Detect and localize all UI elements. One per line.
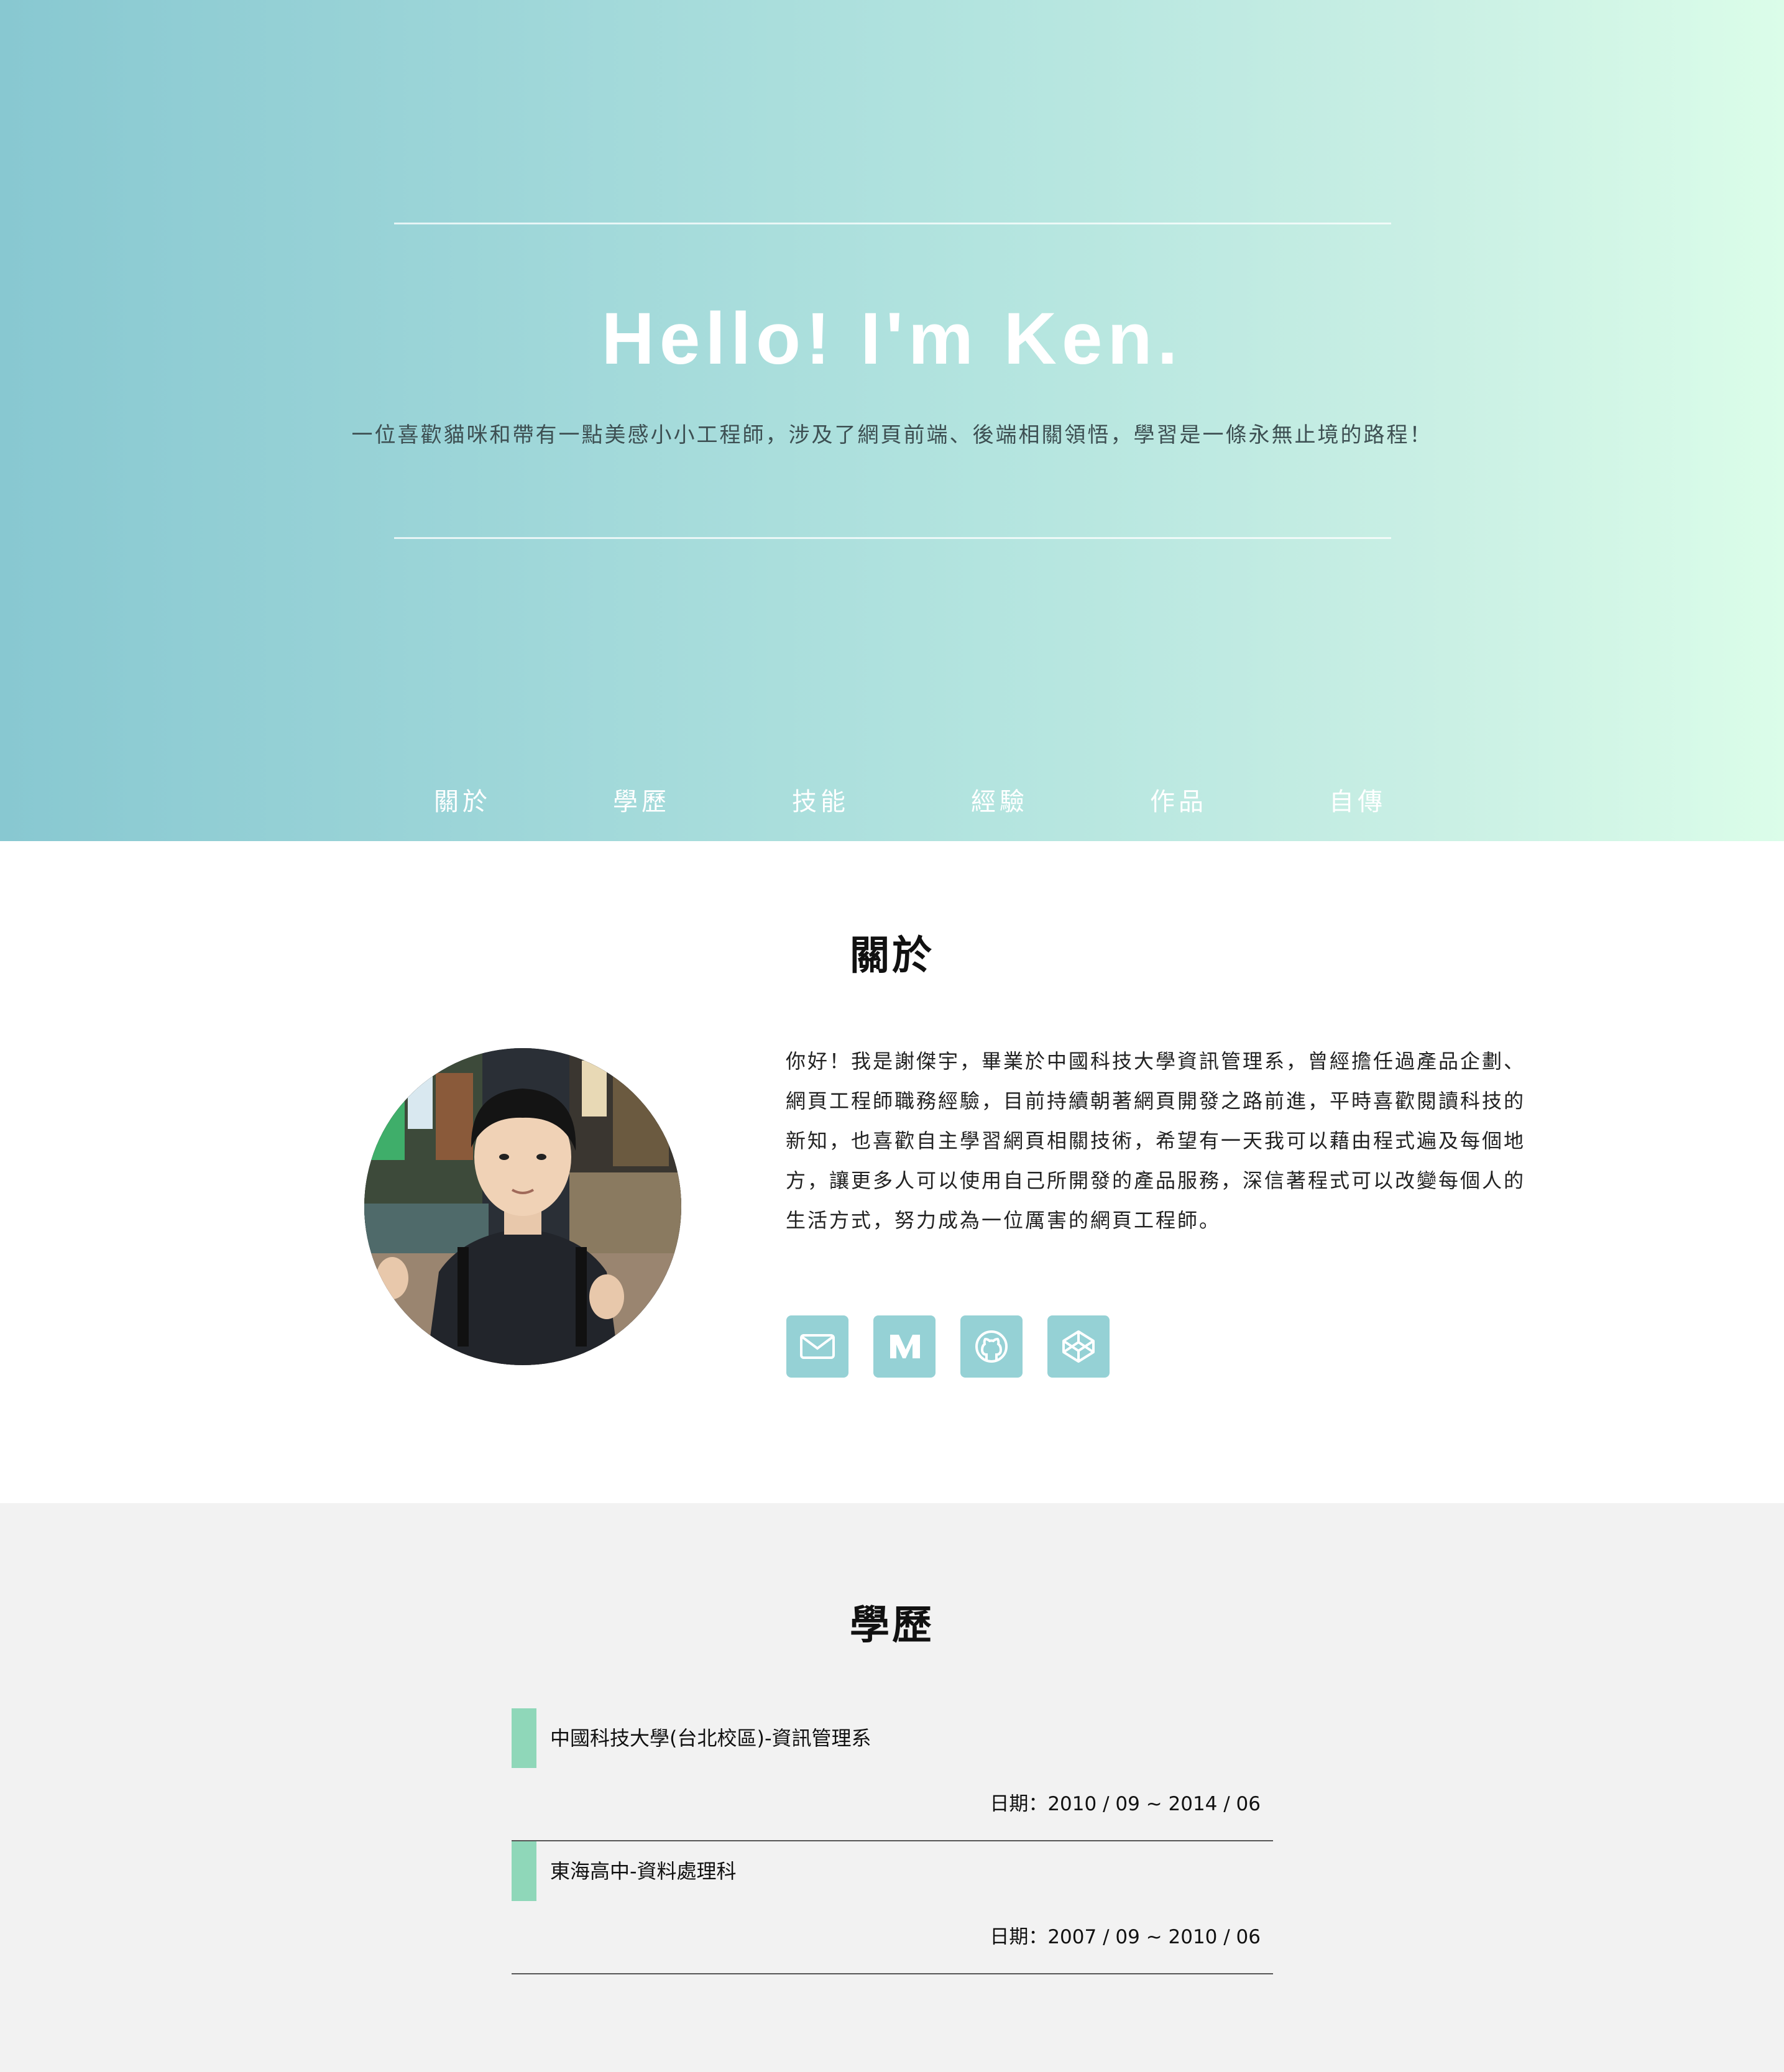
nav-item-education[interactable]: 學歷 [552,777,731,827]
education-title: 學歷 [850,1603,934,1649]
github-icon [975,1330,1008,1363]
nav-item-about[interactable]: 關於 [373,777,552,827]
hero-bottom-divider [394,537,1391,539]
education-section: 學歷 中國科技大學(台北校區)-資訊管理系 日期：2010 / 09 ~ 201… [0,1503,1784,2072]
nav-item-experience[interactable]: 經驗 [910,777,1089,827]
profile-photo [364,1048,681,1365]
about-paragraph: 你好！我是謝傑宇，畢業於中國科技大學資訊管理系，曾經擔任過產品企劃、網頁工程師職… [786,1049,1526,1232]
medium-icon [890,1335,920,1358]
list-item: 中國科技大學(台北校區)-資訊管理系 日期：2010 / 09 ~ 2014 /… [512,1708,1273,1841]
mail-button[interactable] [786,1315,848,1378]
school-name: 東海高中-資料處理科 [550,1859,737,1883]
education-list: 中國科技大學(台北校區)-資訊管理系 日期：2010 / 09 ~ 2014 /… [512,1708,1273,1974]
list-item: 東海高中-資料處理科 日期：2007 / 09 ~ 2010 / 06 [512,1841,1273,1974]
hero-title: Hello! I'm Ken. [601,298,1183,380]
mail-icon [800,1334,835,1359]
codepen-icon [1062,1330,1095,1363]
about-section: 關於 你好！我是謝傑宇，畢業於中國科技大學資訊管理系，曾經擔任過產品企劃、網頁工… [0,841,1784,1503]
hero-top-divider [394,223,1391,224]
hero-subtitle: 一位喜歡貓咪和帶有一點美感小小工程師，涉及了網頁前端、後端相關領悟，學習是一條永… [351,423,1433,448]
accent-bar [512,1708,536,1768]
nav-item-portfolio[interactable]: 作品 [1089,777,1268,827]
codepen-button[interactable] [1047,1315,1110,1378]
github-button[interactable] [960,1315,1023,1378]
hero-banner: Hello! I'm Ken. 一位喜歡貓咪和帶有一點美感小小工程師，涉及了網頁… [0,0,1784,841]
nav-item-skills[interactable]: 技能 [731,777,910,827]
school-date: 日期：2007 / 09 ~ 2010 / 06 [990,1926,1261,1948]
main-nav: 關於 學歷 技能 經驗 作品 自傳 [373,777,1447,827]
medium-button[interactable] [873,1315,936,1378]
school-date: 日期：2010 / 09 ~ 2014 / 06 [990,1793,1261,1815]
school-name: 中國科技大學(台北校區)-資訊管理系 [550,1726,871,1750]
accent-bar [512,1841,536,1901]
nav-item-autobiography[interactable]: 自傳 [1268,777,1447,827]
social-links [786,1315,1110,1378]
about-title: 關於 [850,933,934,979]
